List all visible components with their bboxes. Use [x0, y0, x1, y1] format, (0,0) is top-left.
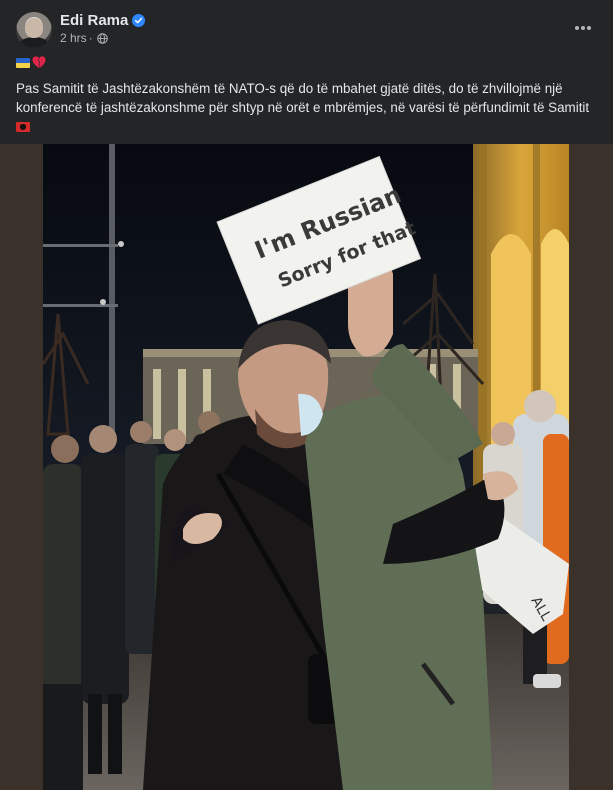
caption-text: Pas Samitit të Jashtëzakonshëm të NATO-s… — [16, 81, 590, 115]
post-header: Edi Rama 2 hrs · — [0, 0, 613, 52]
broken-heart-icon — [32, 56, 46, 69]
ukraine-flag-icon — [16, 57, 30, 68]
author-name-row: Edi Rama — [60, 12, 146, 29]
meta-separator: · — [88, 31, 93, 45]
post-emoji-row — [16, 56, 46, 69]
post-caption: Pas Samitit të Jashtëzakonshëm të NATO-s… — [16, 79, 596, 136]
post-photo[interactable]: ALL I'm Russian Sorry for that — [43, 144, 569, 790]
facebook-post: Edi Rama 2 hrs · Pas Samitit të Jashtëza… — [0, 0, 613, 790]
author-name[interactable]: Edi Rama — [60, 12, 128, 29]
more-horizontal-icon[interactable] — [573, 18, 593, 38]
author-avatar[interactable] — [16, 12, 52, 48]
globe-icon[interactable] — [96, 32, 108, 44]
verified-badge-icon — [132, 14, 146, 27]
post-photo-container: ALL I'm Russian Sorry for that — [0, 144, 613, 790]
albania-flag-icon — [16, 122, 30, 133]
post-timestamp[interactable]: 2 hrs — [60, 31, 87, 45]
post-meta: 2 hrs · — [60, 31, 108, 45]
